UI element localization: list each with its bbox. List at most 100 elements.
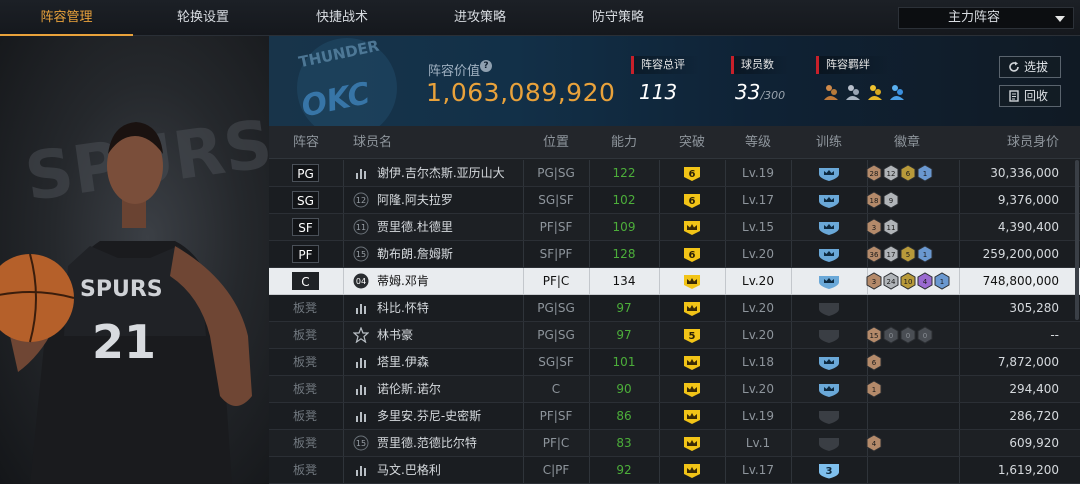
synergy-silver-icon[interactable] <box>846 85 860 100</box>
breakout-icon <box>684 382 700 397</box>
badge-icon: 1 <box>934 272 950 290</box>
training-cell[interactable] <box>791 376 867 402</box>
player-position: PG|SG <box>537 301 575 315</box>
slot-position-box[interactable]: PF <box>292 245 319 263</box>
tab-offense-strategy[interactable]: 进攻策略 <box>411 0 549 36</box>
training-cell[interactable] <box>791 214 867 240</box>
tab-defense-strategy[interactable]: 防守策略 <box>549 0 687 36</box>
player-poster: SPURS SPURS 21 <box>0 36 269 484</box>
table-row[interactable]: 板凳 15 贾里德.范德比尔特 PF|C 83 Lv.1 4 609,920 <box>269 430 1080 457</box>
synergy-icons[interactable] <box>822 82 912 102</box>
slot-position-box[interactable]: PG <box>292 164 319 182</box>
badge-group[interactable]: 3 24 10 4 1 <box>865 272 952 290</box>
badge-icon: 4 <box>917 272 933 290</box>
column-divider <box>343 376 344 402</box>
training-cell[interactable] <box>791 187 867 213</box>
badge-icon: 17 <box>883 245 899 263</box>
table-row[interactable]: SG 12 阿隆.阿夫拉罗 SG|SF 102 6 Lv.17 18 9 9,376,000 <box>269 187 1080 214</box>
badge-count: 17 <box>887 251 896 259</box>
badge-count: 0 <box>906 332 910 340</box>
table-row-selected[interactable]: C 04 蒂姆.邓肯 PF|C 134 Lv.20 3 24 10 4 1 748,800,000 <box>269 268 1080 295</box>
slot-position-box[interactable]: SF <box>292 218 319 236</box>
player-name[interactable]: 塔里.伊森 <box>377 349 429 375</box>
player-name[interactable]: 谢伊.吉尔杰斯.亚历山大 <box>377 160 505 186</box>
player-name[interactable]: 贾里德.杜德里 <box>377 214 453 240</box>
synergy-gold-icon[interactable] <box>868 85 882 100</box>
player-level: Lv.19 <box>742 409 774 423</box>
table-row[interactable]: 板凳 林书豪 PG|SG 97 5 Lv.20 15 0 0 0 -- <box>269 322 1080 349</box>
player-position: PF|C <box>542 436 570 450</box>
col-training[interactable]: 训练 <box>791 126 867 159</box>
player-name[interactable]: 马文.巴格利 <box>377 457 441 483</box>
player-position: SF|PF <box>539 247 573 261</box>
training-cell[interactable] <box>791 268 867 294</box>
player-name[interactable]: 阿隆.阿夫拉罗 <box>377 187 453 213</box>
slot-position-box[interactable]: C <box>292 272 319 290</box>
table-row[interactable]: 板凳 马文.巴格利 C|PF 92 Lv.17 3 1,619,200 <box>269 457 1080 484</box>
badge-count: 6 <box>872 359 877 367</box>
jersey-number-icon: 15 <box>353 246 369 262</box>
player-name[interactable]: 多里安.芬尼-史密斯 <box>377 403 481 429</box>
col-name[interactable]: 球员名 <box>353 126 413 159</box>
player-name[interactable]: 贾里德.范德比尔特 <box>377 430 477 456</box>
column-divider <box>343 187 344 213</box>
badge-group[interactable]: 28 12 6 1 <box>865 164 935 182</box>
table-row[interactable]: 板凳 塔里.伊森 SG|SF 101 Lv.18 6 7,872,000 <box>269 349 1080 376</box>
col-slot[interactable]: 阵容 <box>269 126 343 159</box>
recycle-button[interactable]: 回收 <box>999 85 1061 107</box>
roster-table: 阵容 球员名 位置 能力 突破 等级 训练 徽章 球员身价 PG 谢伊.吉尔杰斯.… <box>269 126 1080 484</box>
col-badges[interactable]: 徽章 <box>867 126 947 159</box>
badge-group[interactable]: 6 <box>865 353 884 371</box>
training-cell[interactable] <box>791 160 867 186</box>
training-cell[interactable] <box>791 241 867 267</box>
slot-position-box[interactable]: SG <box>292 191 319 209</box>
col-position[interactable]: 位置 <box>523 126 589 159</box>
tab-quick-tactics[interactable]: 快捷战术 <box>273 0 411 36</box>
player-ability: 134 <box>612 274 636 288</box>
help-icon[interactable]: ? <box>480 60 492 72</box>
col-value[interactable]: 球员身价 <box>959 126 1059 159</box>
jersey-number-icon: 15 <box>353 435 369 451</box>
col-breakout[interactable]: 突破 <box>659 126 725 159</box>
badge-group[interactable]: 4 <box>865 434 884 452</box>
table-row[interactable]: PF 15 勒布朗.詹姆斯 SF|PF 128 6 Lv.20 36 17 5 1 259,200,0… <box>269 241 1080 268</box>
chevron-down-icon <box>1055 16 1065 22</box>
training-cell[interactable] <box>791 349 867 375</box>
player-name[interactable]: 勒布朗.詹姆斯 <box>377 241 453 267</box>
player-name[interactable]: 蒂姆.邓肯 <box>377 268 429 294</box>
training-cell[interactable] <box>791 295 867 321</box>
col-level[interactable]: 等级 <box>725 126 791 159</box>
synergy-blue-icon[interactable] <box>890 85 904 100</box>
tab-rotation-settings[interactable]: 轮换设置 <box>133 0 273 36</box>
col-ability[interactable]: 能力 <box>589 126 659 159</box>
training-cell[interactable]: 3 <box>791 457 867 483</box>
player-name[interactable]: 科比.怀特 <box>377 295 429 321</box>
badge-group[interactable]: 15 0 0 0 <box>865 326 935 344</box>
lineup-dropdown[interactable]: 主力阵容 <box>898 7 1074 29</box>
table-row[interactable]: 板凳 多里安.芬尼-史密斯 PF|SF 86 Lv.19 286,720 <box>269 403 1080 430</box>
training-shield-icon <box>819 221 839 235</box>
player-value: 9,376,000 <box>997 193 1059 207</box>
badge-group[interactable]: 3 11 <box>865 218 901 236</box>
training-cell[interactable] <box>791 403 867 429</box>
badge-icon: 18 <box>866 191 882 209</box>
player-name[interactable]: 诺伦斯.诺尔 <box>377 376 441 402</box>
table-row[interactable]: 板凳 诺伦斯.诺尔 C 90 Lv.20 1 294,400 <box>269 376 1080 403</box>
pick-button[interactable]: 选拔 <box>999 56 1061 78</box>
training-shield-icon <box>819 275 839 289</box>
table-row[interactable]: 板凳 科比.怀特 PG|SG 97 Lv.20 305,280 <box>269 295 1080 322</box>
badge-group[interactable]: 1 <box>865 380 884 398</box>
badge-group[interactable]: 18 9 <box>865 191 901 209</box>
tab-lineup-management[interactable]: 阵容管理 <box>0 0 133 36</box>
synergy-bronze-icon[interactable] <box>824 85 838 100</box>
table-scrollbar[interactable] <box>1075 160 1079 320</box>
training-shield-icon <box>819 356 839 370</box>
player-value: -- <box>1050 328 1059 342</box>
table-row[interactable]: PG 谢伊.吉尔杰斯.亚历山大 PG|SG 122 6 Lv.19 28 12 6 1 30,336… <box>269 160 1080 187</box>
training-cell[interactable] <box>791 322 867 348</box>
badge-group[interactable]: 36 17 5 1 <box>865 245 935 263</box>
player-name[interactable]: 林书豪 <box>377 322 413 348</box>
table-row[interactable]: SF 11 贾里德.杜德里 PF|SF 109 Lv.15 3 11 4,390,400 <box>269 214 1080 241</box>
slot-label: 板凳 <box>293 301 318 315</box>
training-cell[interactable] <box>791 430 867 456</box>
